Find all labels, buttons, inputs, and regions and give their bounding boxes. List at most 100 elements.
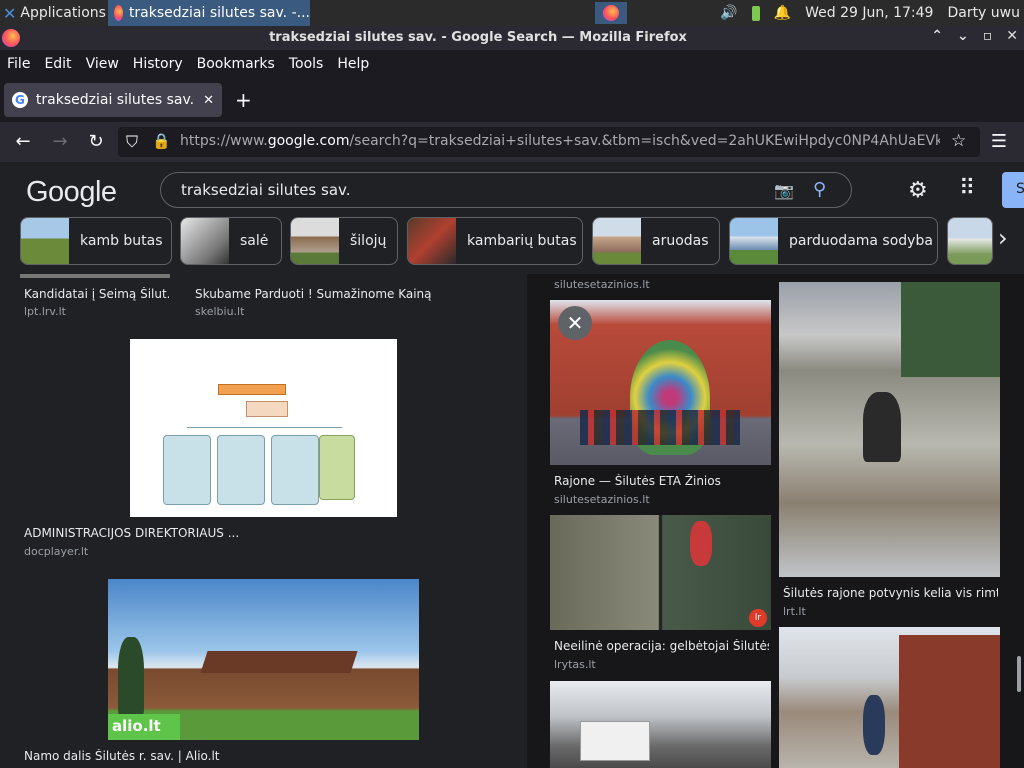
menu-file[interactable]: File [7,56,30,72]
chip-thumbnail [291,218,339,264]
chip-thumbnail [21,218,69,264]
close-icon[interactable]: ✕ [1006,28,1018,44]
menu-view[interactable]: View [86,56,119,72]
collapse-icon[interactable]: ⌃ [931,28,943,44]
sign-in-button[interactable]: S [1002,172,1024,208]
result-image-alio-house[interactable]: alio.lt [108,579,419,740]
person-in-water [863,392,901,462]
result-source[interactable]: silutesetazinios.lt [554,493,650,506]
house-roof [200,651,358,673]
xfce-logo-icon: ✕ [3,3,17,23]
image-results: Kandidatai į Seimą Šilut... lpt.lrv.lt S… [0,274,1024,768]
chip-label: aruodas [652,233,709,249]
chip-label: salė [240,233,269,249]
taskbar-firefox-launcher[interactable] [595,2,627,24]
result-caption[interactable]: Rajone — Šilutės ETA Žinios [554,474,721,488]
chip-thumbnail [593,218,641,264]
result-source[interactable]: lrt.lt [783,605,806,618]
lock-icon[interactable]: 🔒 [152,132,171,150]
result-caption[interactable]: Kandidatai į Seimą Šilut... [24,287,169,301]
clock[interactable]: Wed 29 Jun, 17:49 [805,5,933,21]
lrytas-badge: lr [749,609,767,627]
scrollbar-thumb[interactable] [1017,656,1021,692]
search-input[interactable]: traksedziai silutes sav. [181,181,351,199]
search-box[interactable]: traksedziai silutes sav. 📷 ⚲ [160,172,852,208]
result-image-street[interactable] [550,681,771,768]
chip-label: kamb butas [80,233,163,249]
result-source[interactable]: lrytas.lt [554,658,596,671]
chart-box [218,384,286,395]
menubar: File Edit View History Bookmarks Tools H… [0,50,1024,78]
tab-title: traksedziai silutes sav. - G [35,92,195,108]
menu-help[interactable]: Help [337,56,369,72]
chip-thumbnail [730,218,778,264]
maximize-icon[interactable]: ▫ [983,28,993,44]
taskbar-window-button[interactable]: traksedziai silutes sav. -... [108,0,310,26]
result-source[interactable]: docplayer.lt [24,545,88,558]
applications-menu[interactable]: ✕ Applications [0,0,106,26]
green-house-wall [901,282,1000,377]
result-caption[interactable]: Namo dalis Šilutės r. sav. | Alio.lt [24,749,220,763]
bookmark-star-icon[interactable]: ☆ [951,131,966,151]
notification-bell-icon[interactable]: 🔔 [774,5,791,21]
hamburger-menu-icon[interactable]: ☰ [988,131,1010,152]
reload-icon[interactable]: ↻ [85,131,107,152]
gear-icon[interactable]: ⚙ [908,178,928,203]
google-logo[interactable]: Google [26,176,117,209]
chip-silojo[interactable]: šilojų [290,217,398,265]
people-row [580,410,740,445]
result-image-kandidatai[interactable] [20,274,170,278]
chip-kambariu-butas[interactable]: kambarių butas [407,217,583,265]
result-caption[interactable]: Neeilinė operacija: gelbėtojai Šilutės .… [554,639,769,653]
forward-icon[interactable]: → [49,131,71,152]
window-title: traksedziai silutes sav. - Google Search… [269,30,687,45]
menu-edit[interactable]: Edit [44,56,71,72]
chip-kamb-butas[interactable]: kamb butas [20,217,172,265]
chip-thumbnail [948,218,992,264]
volume-icon[interactable]: 🔊 [720,5,737,21]
camera-search-icon[interactable]: 📷 [774,181,794,200]
user-name[interactable]: Darty uwu [947,5,1020,21]
chart-box [217,435,265,505]
chip-label: kambarių butas [467,233,577,249]
battery-icon[interactable] [751,5,760,21]
result-caption[interactable]: Šilutės rajone potvynis kelia vis rimte.… [783,586,998,600]
result-image-house-flood[interactable] [779,627,1000,768]
url-text[interactable]: https://www.google.com/search?q=traksedz… [180,133,940,149]
taskbar: ✕ Applications traksedziai silutes sav. … [0,0,1024,26]
result-image-easter-palm[interactable]: ✕ [550,300,771,465]
chip-sale[interactable]: salė [180,217,282,265]
close-preview-button[interactable]: ✕ [558,306,592,340]
url-bar[interactable]: ⛉ 🔒 https://www.google.com/search?q=trak… [118,127,980,157]
firefox-icon [114,5,123,21]
chip-parduodama-sodyba[interactable]: parduodama sodyba [729,217,938,265]
chevron-right-icon[interactable]: › [998,224,1008,252]
tab-google-search[interactable]: G traksedziai silutes sav. - G ✕ [4,83,222,117]
result-image-flood[interactable] [779,282,1000,577]
chart-box [319,435,355,500]
result-caption[interactable]: ADMINISTRACIJOS DIREKTORIAUS ... [24,526,239,540]
result-image-rescue[interactable]: lr [550,515,771,630]
system-tray: 🔊 🔔 Wed 29 Jun, 17:49 Darty uwu [720,0,1024,26]
apps-grid-icon[interactable]: ⠿ [959,176,975,201]
menu-tools[interactable]: Tools [289,56,324,72]
result-image-org-chart[interactable] [130,339,397,517]
search-icon[interactable]: ⚲ [813,179,826,200]
chip-more[interactable] [947,217,993,265]
minimize-icon[interactable]: ⌄ [957,28,969,44]
result-source[interactable]: silutesetazinios.lt [554,278,650,291]
menu-bookmarks[interactable]: Bookmarks [197,56,275,72]
chip-label: parduodama sodyba [789,233,933,249]
result-source[interactable]: lpt.lrv.lt [24,305,66,318]
watermark-badge: alio.lt [108,714,180,740]
result-caption[interactable]: Skubame Parduoti ! Sumažinome Kainą ... [195,287,435,301]
tracking-shield-icon[interactable]: ⛉ [126,132,138,152]
back-icon[interactable]: ← [12,131,34,152]
tab-close-icon[interactable]: ✕ [203,93,214,108]
result-source[interactable]: skelbiu.lt [195,305,244,318]
menu-history[interactable]: History [133,56,183,72]
google-favicon-icon: G [12,92,28,108]
new-tab-icon[interactable]: + [235,88,252,112]
applications-label: Applications [20,5,106,21]
chip-aruodas[interactable]: aruodas [592,217,720,265]
